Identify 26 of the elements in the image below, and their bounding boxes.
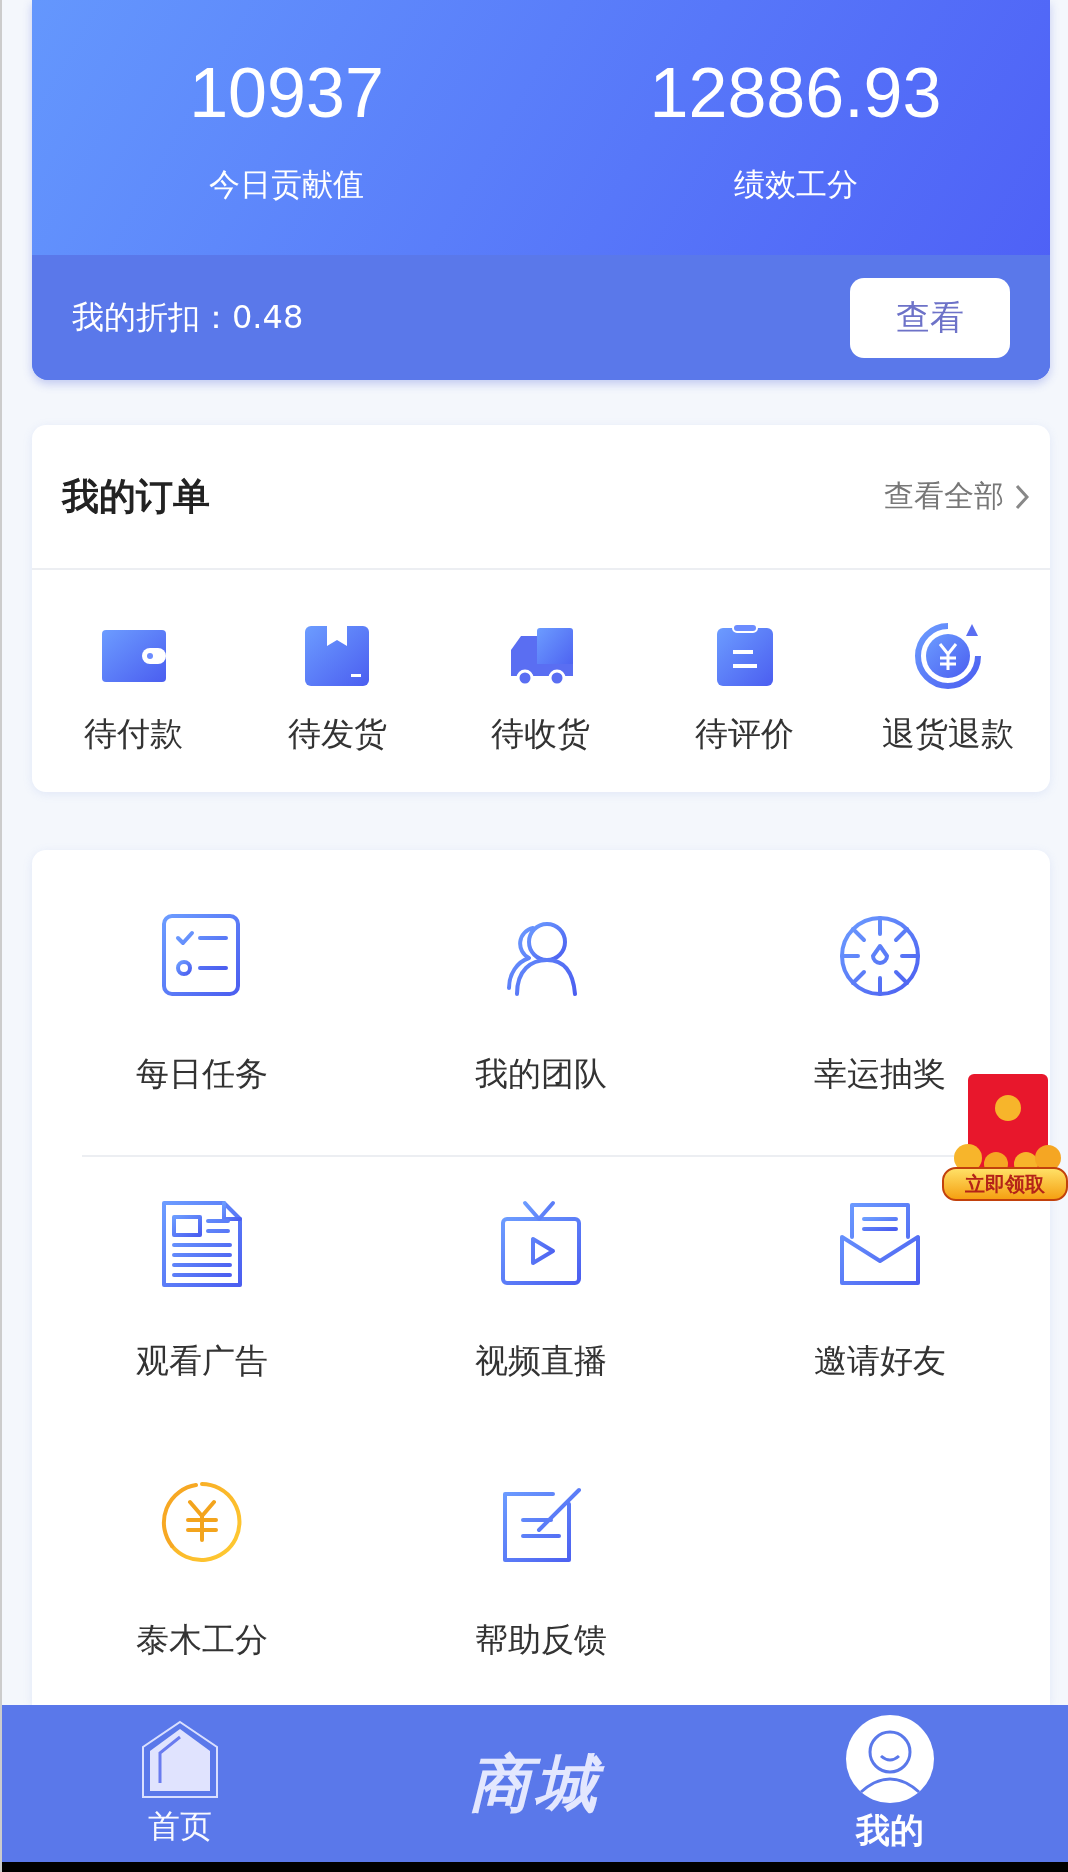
view-all-link[interactable]: 查看全部 xyxy=(884,476,1030,517)
order-status-label[interactable]: 退货退款 xyxy=(882,712,1015,757)
service-label[interactable]: 邀请好友 xyxy=(814,1339,947,1384)
tab-button[interactable]: 我的 xyxy=(712,1705,1068,1862)
service-label[interactable]: 视频直播 xyxy=(475,1339,607,1384)
avatar-icon xyxy=(845,1713,936,1804)
service-label[interactable]: 帮助反馈 xyxy=(475,1618,607,1663)
stat-value: 12886.93 xyxy=(649,53,942,134)
discount-text: 我的折扣：0.48 xyxy=(72,296,304,338)
service-label[interactable]: 我的团队 xyxy=(475,1052,607,1097)
order-status-label[interactable]: 待发货 xyxy=(287,712,387,757)
order-status-label[interactable]: 待评价 xyxy=(695,712,795,757)
service-label[interactable]: 泰木工分 xyxy=(135,1618,268,1663)
orders-title: 我的订单 xyxy=(62,473,210,520)
stat-label: 今日贡献值 xyxy=(209,165,364,204)
service-label[interactable]: 幸运抽奖 xyxy=(814,1052,947,1097)
service-label[interactable]: 每日任务 xyxy=(135,1052,268,1097)
service-label[interactable]: 观看广告 xyxy=(135,1339,268,1384)
order-status-label[interactable]: 待付款 xyxy=(84,712,184,757)
view-button[interactable]: 查看 xyxy=(850,277,1010,358)
house-icon xyxy=(139,1718,220,1801)
tab-button[interactable]: 首页 xyxy=(2,1705,358,1862)
chevron-right-icon xyxy=(1014,482,1030,511)
stat-value: 10937 xyxy=(189,53,384,134)
stat-label: 绩效工分 xyxy=(733,165,858,204)
order-status-label[interactable]: 待收货 xyxy=(491,712,591,757)
